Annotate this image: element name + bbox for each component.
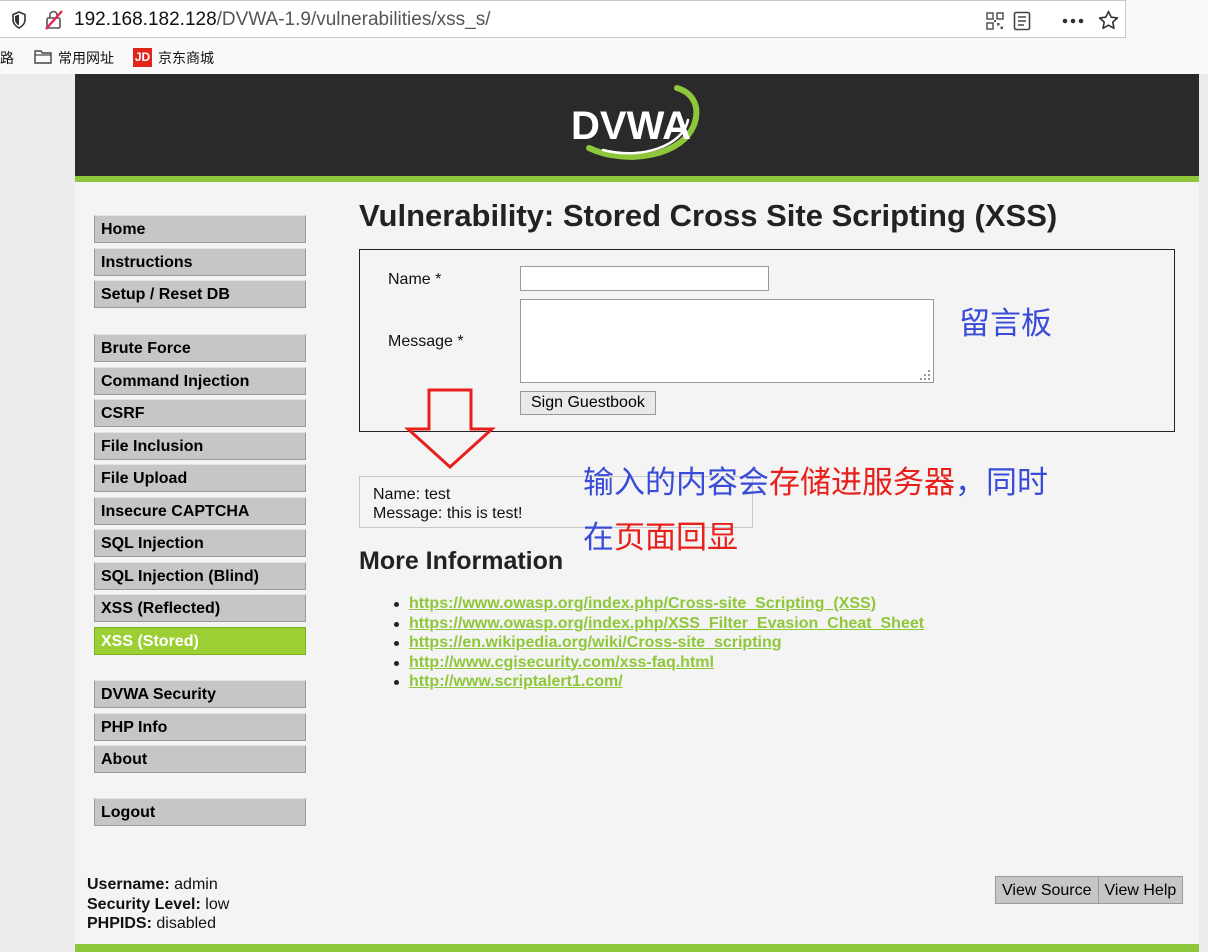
view-buttons: View Source View Help (995, 876, 1184, 904)
qr-code-icon[interactable] (986, 12, 1004, 30)
menu-group-session: Logout (94, 798, 306, 831)
username-value: admin (174, 876, 218, 893)
view-source-button[interactable]: View Source (995, 876, 1099, 904)
menu-item-file-inclusion[interactable]: File Inclusion (94, 431, 306, 460)
view-help-button[interactable]: View Help (1098, 876, 1184, 904)
message-input[interactable] (520, 299, 934, 383)
security-level-value: low (205, 895, 230, 913)
footer-bar (75, 944, 1199, 952)
sign-guestbook-button[interactable]: Sign Guestbook (520, 391, 656, 415)
username-line: Username: admin (87, 876, 218, 893)
bookmark-item[interactable]: 路 (0, 48, 14, 68)
link-owasp-xss[interactable]: https://www.owasp.org/index.php/Cross-si… (409, 595, 876, 612)
list-item: http://www.scriptalert1.com/ (393, 672, 924, 692)
menu-item-sql-injection-blind[interactable]: SQL Injection (Blind) (94, 561, 306, 590)
menu-item-php-info[interactable]: PHP Info (94, 712, 306, 741)
menu-item-insecure-captcha[interactable]: Insecure CAPTCHA (94, 496, 306, 525)
page-title: Vulnerability: Stored Cross Site Scripti… (359, 198, 1058, 233)
shield-icon[interactable] (11, 11, 27, 29)
menu-item-setup[interactable]: Setup / Reset DB (94, 280, 306, 308)
link-owasp-filter-evasion[interactable]: https://www.owasp.org/index.php/XSS_Filt… (409, 615, 924, 632)
menu-item-instructions[interactable]: Instructions (94, 247, 306, 276)
bookmark-star-icon[interactable] (1098, 10, 1119, 30)
message-label: Message * (388, 333, 464, 350)
menu-item-dvwa-security[interactable]: DVWA Security (94, 680, 306, 708)
menu-item-csrf[interactable]: CSRF (94, 399, 306, 427)
security-level-line: Security Level: low (87, 895, 230, 913)
link-wikipedia-xss[interactable]: https://en.wikipedia.org/wiki/Cross-site… (409, 634, 782, 651)
name-label: Name * (388, 271, 442, 288)
bookmark-common-sites[interactable]: 常用网址 (58, 48, 114, 68)
menu-item-about[interactable]: About (94, 745, 306, 773)
annotation-message-board: 留言板 (959, 306, 1052, 342)
menu-item-xss-reflected[interactable]: XSS (Reflected) (94, 594, 306, 622)
dvwa-logo: DVWA (571, 85, 700, 160)
more-information-links: https://www.owasp.org/index.php/Cross-si… (393, 594, 924, 692)
jd-logo-icon: JD (133, 48, 152, 67)
page-header: DVWA (75, 74, 1199, 182)
link-cgisecurity-faq[interactable]: http://www.cgisecurity.com/xss-faq.html (409, 654, 714, 671)
menu-group-general: Home Instructions Setup / Reset DB (94, 215, 306, 313)
menu-item-command-injection[interactable]: Command Injection (94, 366, 306, 395)
folder-icon (34, 50, 52, 64)
menu-item-sql-injection[interactable]: SQL Injection (94, 529, 306, 557)
name-input[interactable] (520, 266, 769, 291)
menu-item-xss-stored[interactable]: XSS (Stored) (94, 626, 306, 655)
link-scriptalert1[interactable]: http://www.scriptalert1.com/ (409, 673, 623, 690)
bookmark-jd-mall[interactable]: 京东商城 (158, 48, 214, 68)
url-text[interactable]: 192.168.182.128/DVWA-1.9/vulnerabilities… (74, 9, 490, 31)
menu-item-brute-force[interactable]: Brute Force (94, 334, 306, 362)
menu-group-settings: DVWA Security PHP Info About (94, 680, 306, 778)
annotation-echo-line: 在页面回显 (583, 520, 738, 556)
list-item: https://en.wikipedia.org/wiki/Cross-site… (393, 633, 924, 653)
menu-group-vulnerabilities: Brute Force Command Injection CSRF File … (94, 334, 306, 659)
insecure-lock-icon[interactable] (44, 9, 64, 31)
list-item: https://www.owasp.org/index.php/XSS_Filt… (393, 614, 924, 634)
more-information-heading: More Information (359, 547, 564, 575)
reader-view-icon[interactable] (1013, 11, 1031, 31)
url-host: 192.168.182.128 (74, 9, 217, 30)
bookmarks-bar: 路 常用网址 JD 京东商城 (0, 44, 1208, 72)
menu-item-home[interactable]: Home (94, 215, 306, 243)
browser-toolbar: 192.168.182.128/DVWA-1.9/vulnerabilities… (0, 0, 1208, 74)
user-info: Username: admin Security Level: low PHPI… (87, 875, 229, 934)
list-item: https://www.owasp.org/index.php/Cross-si… (393, 594, 924, 614)
menu-item-logout[interactable]: Logout (94, 798, 306, 826)
more-actions-icon[interactable] (1062, 18, 1084, 24)
phpids-line: PHPIDS: disabled (87, 915, 216, 932)
phpids-value: disabled (156, 915, 216, 932)
list-item: http://www.cgisecurity.com/xss-faq.html (393, 653, 924, 673)
menu-item-file-upload[interactable]: File Upload (94, 464, 306, 492)
down-arrow-annotation (404, 388, 496, 470)
resize-grip-icon[interactable] (919, 369, 931, 381)
annotation-stored-line: 输入的内容会存储进服务器，同时 (583, 465, 1048, 501)
address-bar[interactable]: 192.168.182.128/DVWA-1.9/vulnerabilities… (0, 0, 1126, 38)
url-path: /DVWA-1.9/vulnerabilities/xss_s/ (216, 9, 491, 30)
logo-text: DVWA (571, 104, 691, 148)
